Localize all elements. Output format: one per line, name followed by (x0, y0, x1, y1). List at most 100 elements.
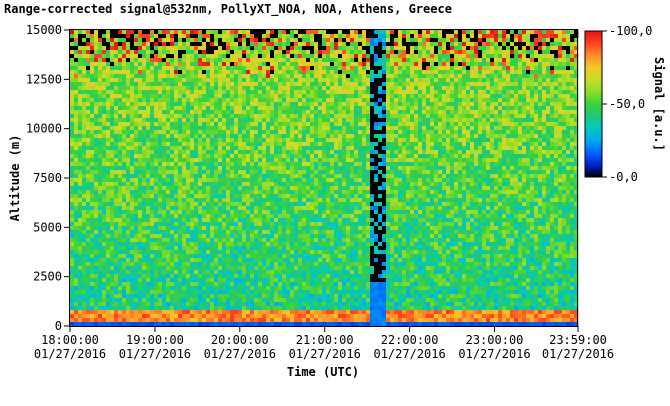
heatmap-cell (118, 114, 123, 119)
heatmap-cell (94, 106, 99, 111)
heatmap-cell (426, 110, 431, 115)
heatmap-cell (518, 54, 523, 59)
heatmap-cell (258, 118, 263, 123)
heatmap-cell (206, 122, 211, 127)
heatmap-cell (506, 166, 511, 171)
heatmap-cell (282, 78, 287, 83)
heatmap-cell (234, 134, 239, 139)
heatmap-cell (298, 110, 303, 115)
heatmap-cell (102, 90, 107, 95)
heatmap-cell (106, 82, 111, 87)
heatmap-cell (466, 154, 471, 159)
heatmap-cell (74, 146, 79, 151)
heatmap-cell (214, 74, 219, 79)
heatmap-cell (290, 30, 295, 35)
heatmap-cell (238, 82, 243, 87)
heatmap-cell (538, 62, 543, 67)
heatmap-cell (294, 182, 299, 187)
heatmap-cell (74, 34, 79, 39)
heatmap-cell (554, 182, 559, 187)
heatmap-cell (154, 82, 159, 87)
heatmap-cell (358, 170, 363, 175)
heatmap-cell (514, 90, 519, 95)
heatmap-cell (314, 38, 319, 43)
heatmap-cell (138, 74, 143, 79)
heatmap-cell (342, 58, 347, 63)
heatmap-cell (382, 150, 387, 155)
heatmap-cell (182, 62, 187, 67)
heatmap-cell (398, 62, 403, 67)
heatmap-cell (282, 114, 287, 119)
heatmap-cell (186, 62, 191, 67)
heatmap-cell (514, 70, 519, 75)
heatmap-cell (526, 158, 531, 163)
heatmap-cell (294, 146, 299, 151)
heatmap-cell (106, 38, 111, 43)
heatmap-cell (118, 38, 123, 43)
heatmap-cell (446, 182, 451, 187)
heatmap-cell (318, 158, 323, 163)
heatmap-cell (554, 90, 559, 95)
heatmap-cell (538, 142, 543, 147)
heatmap-cell (570, 82, 575, 87)
heatmap-cell (554, 66, 559, 71)
heatmap-cell (390, 58, 395, 63)
heatmap-cell (510, 46, 515, 51)
heatmap-cell (250, 82, 255, 87)
heatmap-cell (542, 38, 547, 43)
heatmap-cell (146, 138, 151, 143)
heatmap-cell (358, 62, 363, 67)
heatmap-cell (130, 138, 135, 143)
heatmap-cell (338, 106, 343, 111)
heatmap-cell (222, 154, 227, 159)
heatmap-cell (106, 138, 111, 143)
heatmap-cell (418, 146, 423, 151)
heatmap-cell (190, 78, 195, 83)
heatmap-cell (142, 34, 147, 39)
heatmap-cell (138, 110, 143, 115)
heatmap-cell (482, 38, 487, 43)
heatmap-cell (398, 86, 403, 91)
heatmap-cell (130, 78, 135, 83)
heatmap-cell (354, 78, 359, 83)
heatmap-cell (234, 86, 239, 91)
heatmap-cell (310, 106, 315, 111)
heatmap-cell (158, 138, 163, 143)
heatmap-cell (242, 86, 247, 91)
heatmap-cell (322, 142, 327, 147)
heatmap-cell (390, 178, 395, 183)
heatmap-cell (210, 90, 215, 95)
heatmap-cell (442, 86, 447, 91)
heatmap-cell (366, 46, 371, 51)
heatmap-cell (526, 154, 531, 159)
heatmap-cell (206, 74, 211, 79)
heatmap-cell (234, 106, 239, 111)
heatmap-cell (394, 142, 399, 147)
heatmap-cell (330, 58, 335, 63)
heatmap-cell (414, 170, 419, 175)
heatmap-cell (94, 86, 99, 91)
heatmap-cell (402, 102, 407, 107)
heatmap-cell (82, 118, 87, 123)
heatmap-cell (542, 50, 547, 55)
heatmap-cell (502, 50, 507, 55)
heatmap-cell (194, 174, 199, 179)
heatmap-cell (198, 70, 203, 75)
heatmap-cell (438, 106, 443, 111)
heatmap-cell (274, 86, 279, 91)
heatmap-cell (426, 90, 431, 95)
heatmap-cell (146, 34, 151, 39)
heatmap-cell (518, 114, 523, 119)
heatmap-cell (526, 118, 531, 123)
heatmap-cell (118, 182, 123, 187)
heatmap-cell (270, 30, 275, 35)
heatmap-cell (146, 82, 151, 87)
heatmap-cell (270, 54, 275, 59)
heatmap-cell (154, 34, 159, 39)
heatmap-cell (86, 110, 91, 115)
heatmap-cell (354, 142, 359, 147)
heatmap-cell (210, 174, 215, 179)
heatmap-cell (274, 126, 279, 131)
heatmap-cell (554, 86, 559, 91)
heatmap-cell (294, 130, 299, 135)
